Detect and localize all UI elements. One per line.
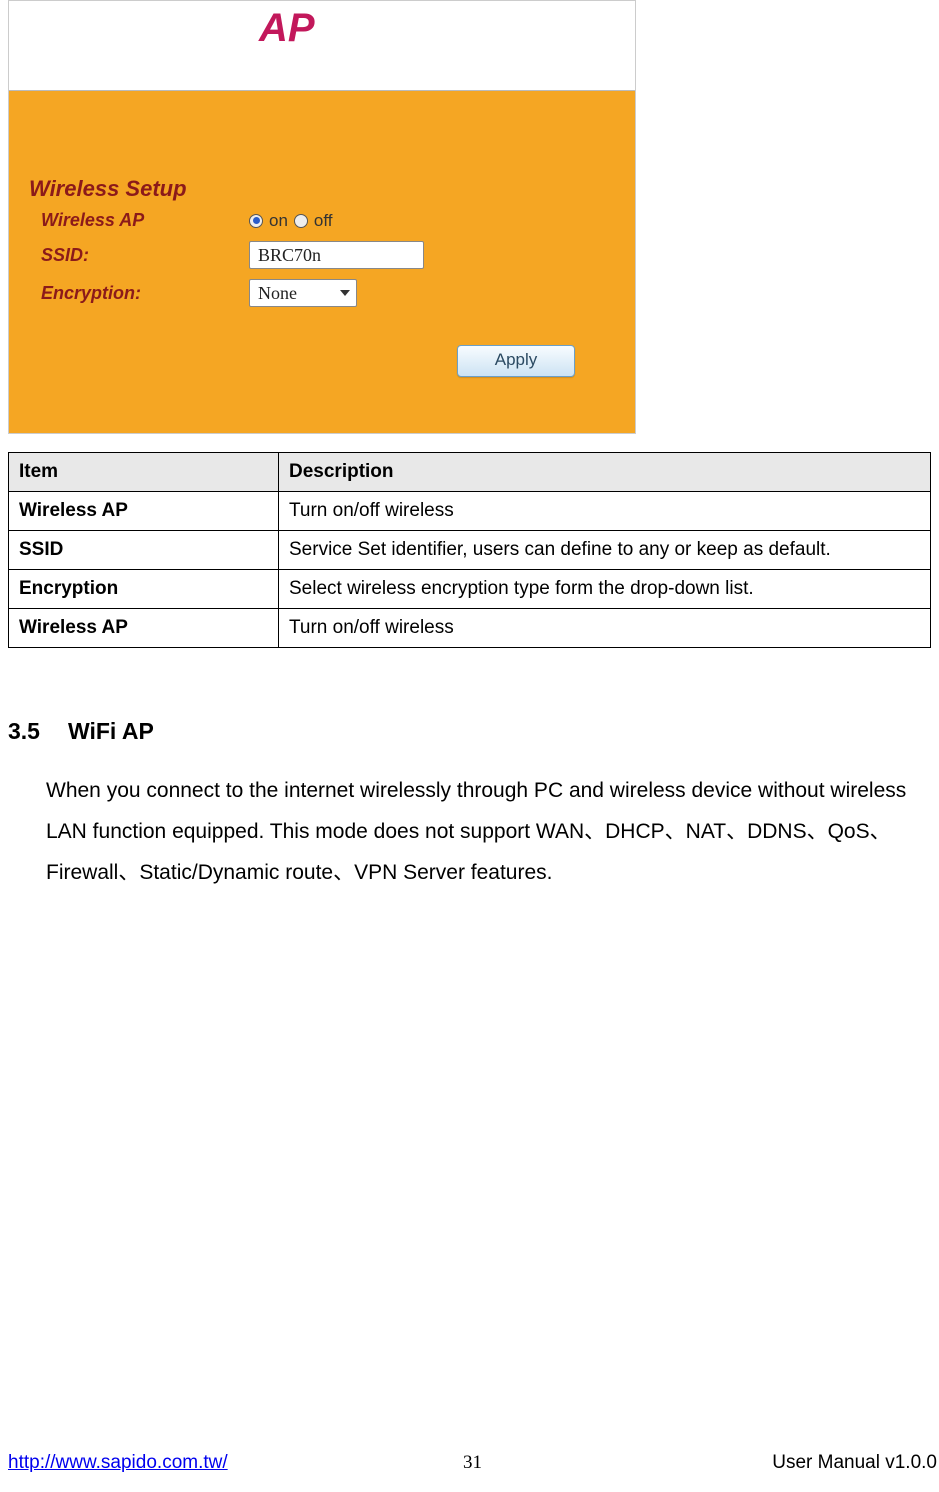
description-table: Item Description Wireless AP Turn on/off… xyxy=(8,452,931,648)
wireless-ap-off-label: off xyxy=(314,211,333,231)
apply-button[interactable]: Apply xyxy=(457,345,575,377)
encryption-value: None xyxy=(258,283,297,304)
table-row: SSID Service Set identifier, users can d… xyxy=(9,531,931,570)
wireless-ap-off-radio[interactable] xyxy=(294,214,308,228)
wireless-ap-label: Wireless AP xyxy=(29,210,249,231)
wireless-ap-on-label: on xyxy=(269,211,288,231)
wireless-ap-row: Wireless AP on off xyxy=(29,210,615,231)
table-header-row: Item Description xyxy=(9,453,931,492)
section-heading: 3.5 WiFi AP xyxy=(8,718,931,745)
table-desc: Service Set identifier, users can define… xyxy=(279,531,931,570)
ssid-row: SSID: xyxy=(29,241,615,269)
table-row: Wireless AP Turn on/off wireless xyxy=(9,609,931,648)
footer-page-number: 31 xyxy=(463,1452,482,1474)
encryption-label: Encryption: xyxy=(29,283,249,304)
table-row: Encryption Select wireless encryption ty… xyxy=(9,570,931,609)
encryption-select[interactable]: None xyxy=(249,279,357,307)
section-body: When you connect to the internet wireles… xyxy=(8,771,931,894)
ap-header: AP xyxy=(9,1,635,91)
chevron-down-icon xyxy=(340,290,350,296)
apply-row: Apply xyxy=(29,345,615,377)
section-title: WiFi AP xyxy=(68,718,154,744)
footer-url[interactable]: http://www.sapido.com.tw/ xyxy=(8,1452,228,1474)
footer-manual-version: User Manual v1.0.0 xyxy=(772,1452,937,1474)
page-footer: http://www.sapido.com.tw/ 31 User Manual… xyxy=(8,1452,937,1474)
ap-title: AP xyxy=(259,6,315,51)
encryption-row: Encryption: None xyxy=(29,279,615,307)
table-desc: Select wireless encryption type form the… xyxy=(279,570,931,609)
table-item: Encryption xyxy=(9,570,279,609)
router-ui-panel: AP Wireless Setup Wireless AP on off SSI… xyxy=(8,0,636,434)
table-header-desc: Description xyxy=(279,453,931,492)
table-desc: Turn on/off wireless xyxy=(279,609,931,648)
table-row: Wireless AP Turn on/off wireless xyxy=(9,492,931,531)
section-number: 3.5 xyxy=(8,718,40,744)
wireless-setup-area: Wireless Setup Wireless AP on off SSID: … xyxy=(9,91,635,377)
wireless-ap-on-radio[interactable] xyxy=(249,214,263,228)
ssid-input[interactable] xyxy=(249,241,424,269)
table-item: Wireless AP xyxy=(9,609,279,648)
wireless-ap-radio-group: on off xyxy=(249,211,333,231)
ssid-label: SSID: xyxy=(29,245,249,266)
table-header-item: Item xyxy=(9,453,279,492)
table-item: Wireless AP xyxy=(9,492,279,531)
wireless-setup-heading: Wireless Setup xyxy=(29,176,615,202)
table-item: SSID xyxy=(9,531,279,570)
table-desc: Turn on/off wireless xyxy=(279,492,931,531)
